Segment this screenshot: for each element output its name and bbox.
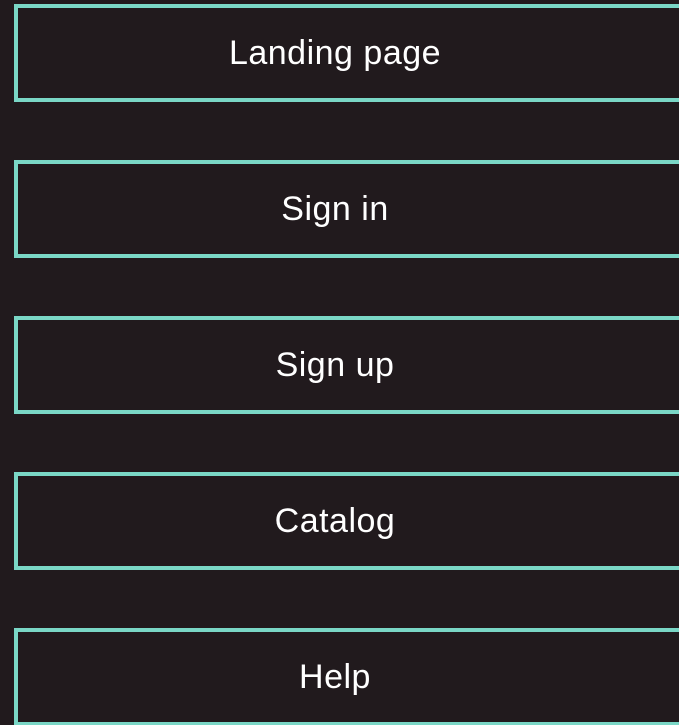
sign-up-label: Sign up [275, 346, 395, 384]
sign-up-button[interactable]: Sign up [14, 316, 679, 414]
catalog-button[interactable]: Catalog [14, 472, 679, 570]
landing-page-label: Landing page [228, 34, 442, 72]
landing-page-button[interactable]: Landing page [14, 4, 679, 102]
help-label: Help [299, 658, 371, 696]
main-menu: Landing page Sign in Sign up Catalog Hel… [14, 4, 679, 725]
help-button[interactable]: Help [14, 628, 679, 725]
sign-in-button[interactable]: Sign in [14, 160, 679, 258]
catalog-label: Catalog [274, 502, 396, 540]
sign-in-label: Sign in [281, 190, 389, 228]
